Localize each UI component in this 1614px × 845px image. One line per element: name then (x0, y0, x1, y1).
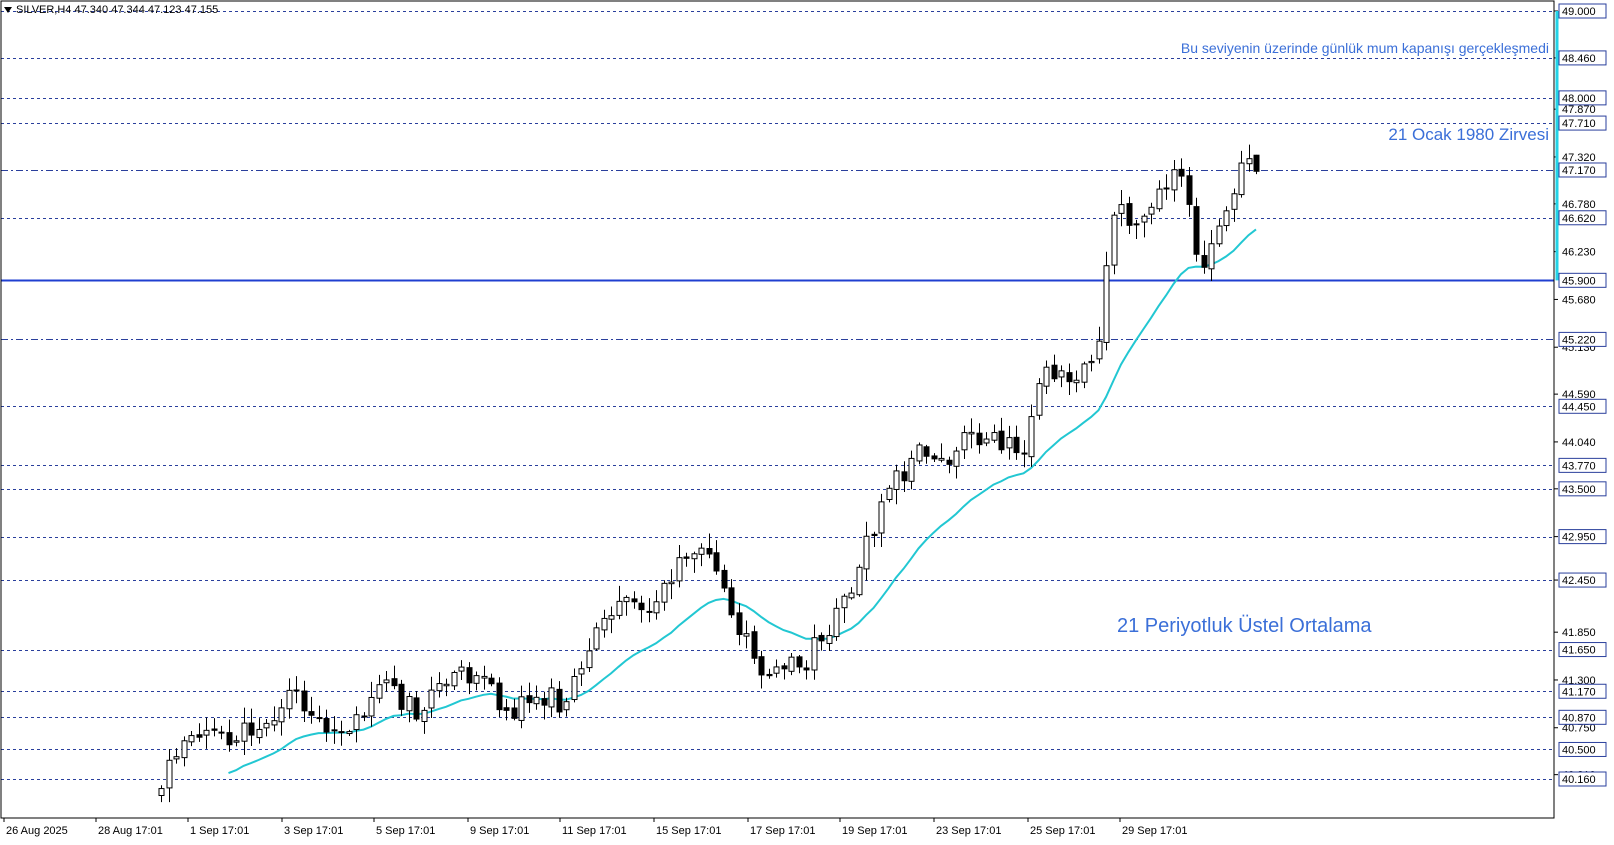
y-tick-label: 47.320 (1562, 152, 1596, 164)
x-tick-label: 17 Sep 17:01 (750, 825, 815, 837)
chart-root: 49.000 48.460 47.870 47.320 46.780 46.230 45.6… (0, 0, 1614, 840)
level-price-label: 40.500 (1562, 744, 1596, 756)
annotation-ema: 21 Periyotluk Üstel Ortalama (1117, 615, 1372, 637)
x-tick-label: 25 Sep 17:01 (1030, 825, 1095, 837)
x-tick-label: 5 Sep 17:01 (376, 825, 435, 837)
level-price-label: 41.170 (1562, 686, 1596, 698)
x-tick-label: 28 Aug 17:01 (98, 825, 163, 837)
x-tick-label: 9 Sep 17:01 (470, 825, 529, 837)
x-tick-label: 19 Sep 17:01 (842, 825, 907, 837)
level-price-label: 43.770 (1562, 460, 1596, 472)
symbol-label: SILVER,H4 (16, 4, 72, 16)
x-tick-label: 11 Sep 17:01 (562, 825, 627, 837)
candle[interactable] (751, 625, 758, 664)
candle[interactable] (1103, 251, 1110, 351)
x-tick-label: 23 Sep 17:01 (936, 825, 1001, 837)
candle[interactable] (1253, 154, 1260, 175)
level-price-label: 40.870 (1562, 712, 1596, 724)
x-tick-label: 3 Sep 17:01 (284, 825, 343, 837)
dropdown-triangle-icon[interactable] (4, 7, 12, 14)
y-tick-label: 47.870 (1562, 104, 1596, 116)
level-price-label: 44.450 (1562, 401, 1596, 413)
y-tick-label: 44.040 (1562, 437, 1596, 449)
level-price-label: 47.170 (1562, 165, 1596, 177)
level-price-label: 41.650 (1562, 645, 1596, 657)
x-tick-label: 1 Sep 17:01 (190, 825, 249, 837)
candle[interactable] (1193, 197, 1200, 262)
level-price-label: 42.950 (1562, 532, 1596, 544)
annotation-1980-peak: 21 Ocak 1980 Zirvesi (1388, 125, 1549, 144)
x-tick-label: 29 Sep 17:01 (1122, 825, 1187, 837)
candle[interactable] (1036, 378, 1043, 420)
x-tick-label: 26 Aug 2025 (6, 825, 68, 837)
candle[interactable] (856, 564, 863, 597)
level-price-label: 49.000 (1562, 6, 1596, 18)
candle[interactable] (1111, 211, 1118, 275)
chart-header: SILVER,H4 47.340 47.344 47.123 47.155 (4, 4, 218, 16)
y-tick-label: 46.230 (1562, 247, 1596, 259)
level-price-label: 45.220 (1562, 334, 1596, 346)
level-price-label: 43.500 (1562, 484, 1596, 496)
level-price-label: 47.710 (1562, 118, 1596, 130)
y-tick-label: 46.780 (1562, 199, 1596, 211)
y-tick-label: 45.680 (1562, 294, 1596, 306)
ohlc-readout: 47.340 47.344 47.123 47.155 (74, 4, 219, 16)
level-price-label: 46.620 (1562, 213, 1596, 225)
y-tick-label: 41.850 (1562, 627, 1596, 639)
level-price-label: 40.160 (1562, 774, 1596, 786)
level-price-label: 45.900 (1562, 275, 1596, 287)
level-price-label: 48.460 (1562, 53, 1596, 65)
annotation-no-daily-close: Bu seviyenin üzerinde günlük mum kapanış… (1181, 40, 1549, 56)
level-price-label: 42.450 (1562, 575, 1596, 587)
level-price-label: 48.000 (1562, 93, 1596, 105)
x-tick-label: 15 Sep 17:01 (656, 825, 721, 837)
candle[interactable] (916, 442, 923, 465)
price-chart[interactable]: 49.000 48.460 47.870 47.320 46.780 46.230 45.6… (0, 0, 1614, 840)
